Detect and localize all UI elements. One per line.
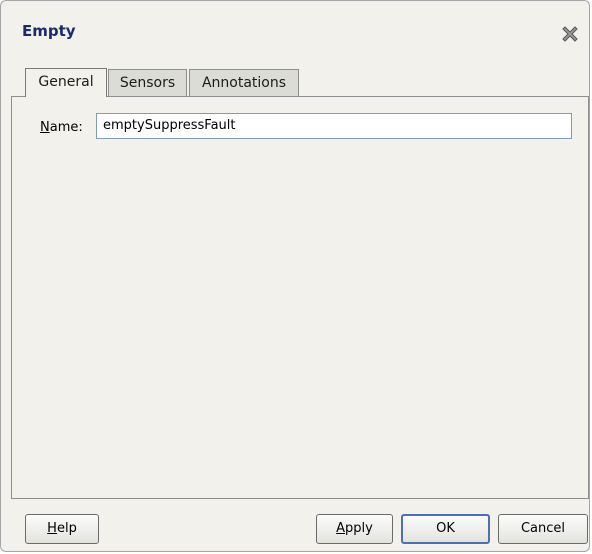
cancel-button[interactable]: Cancel <box>498 514 588 544</box>
tab-sensors[interactable]: Sensors <box>108 69 187 96</box>
ok-button[interactable]: OK <box>401 514 490 544</box>
apply-label: pply <box>345 521 373 536</box>
general-panel <box>11 96 589 499</box>
tab-general[interactable]: General <box>25 68 107 97</box>
help-button[interactable]: Help <box>25 514 99 544</box>
help-mnemonic: H <box>47 521 57 536</box>
apply-button[interactable]: Apply <box>316 514 393 544</box>
name-label-mnemonic: N <box>40 120 50 135</box>
empty-dialog: Empty General Sensors Annotations Name: … <box>0 0 590 552</box>
name-label: Name: <box>40 120 83 135</box>
name-label-text: ame: <box>49 120 83 135</box>
help-label: elp <box>56 521 77 536</box>
name-input[interactable]: emptySuppressFault <box>96 113 572 139</box>
dialog-title: Empty <box>22 22 76 40</box>
close-icon[interactable] <box>560 24 580 44</box>
apply-mnemonic: A <box>336 521 346 536</box>
tab-annotations[interactable]: Annotations <box>189 69 299 96</box>
